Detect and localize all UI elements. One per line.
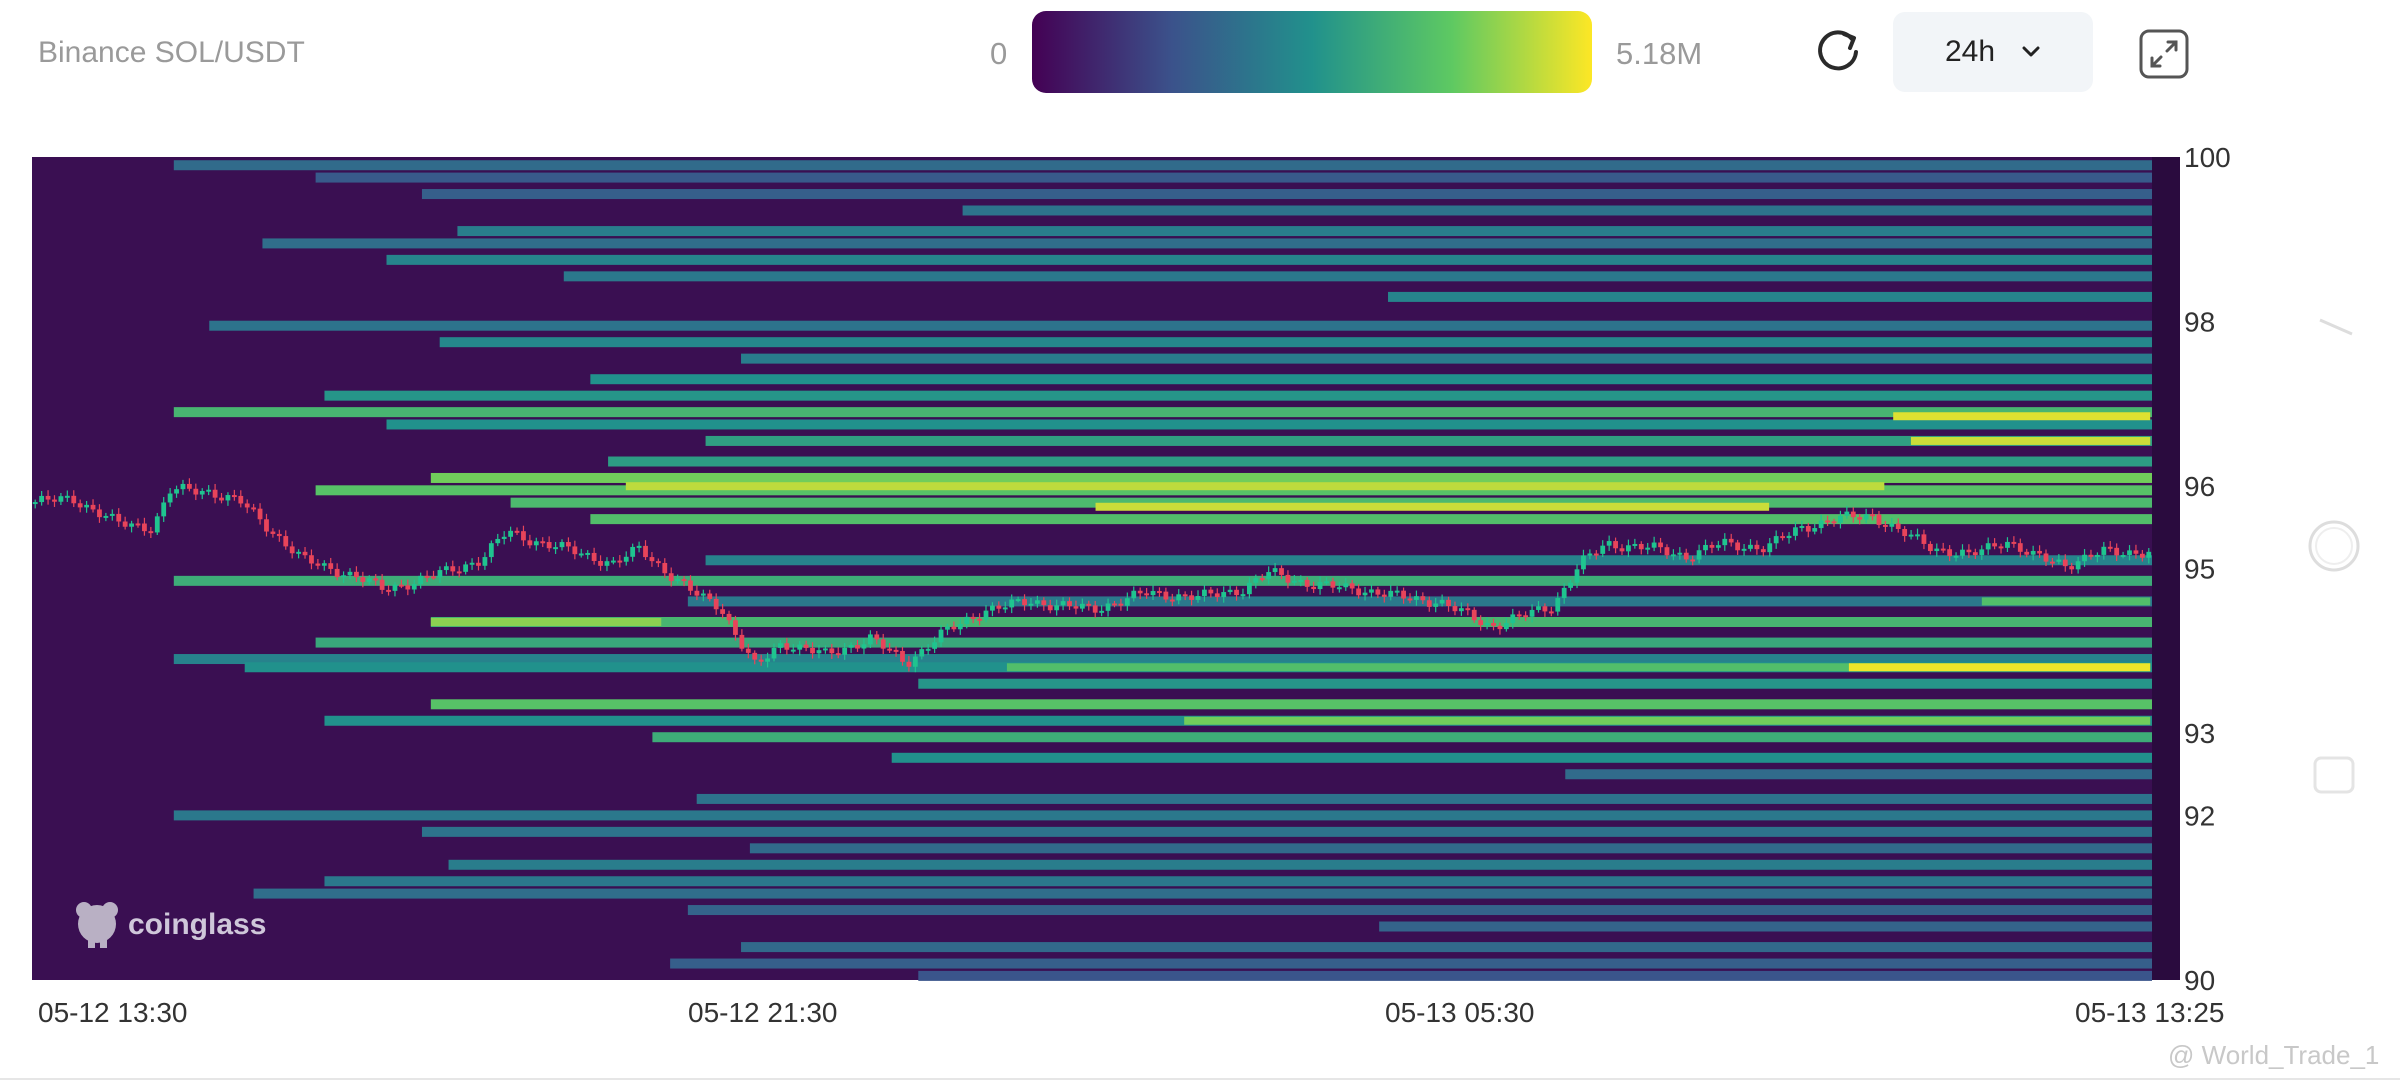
heatmap-band (457, 226, 2152, 237)
heatmap-band (421, 826, 2152, 837)
heatmap-band (749, 843, 2152, 854)
heatmap-band (1565, 769, 2152, 780)
heatmap-band (315, 637, 2152, 648)
heatmap-band (173, 810, 2152, 821)
heatmap-band (1388, 291, 2152, 302)
heatmap-band (652, 732, 2152, 743)
side-back-icon[interactable] (2316, 296, 2356, 336)
heatmap-band (590, 374, 2152, 385)
heatmap-band (253, 888, 2152, 899)
heatmap-band (687, 905, 2153, 916)
user-watermark: @ World_Trade_1 (2168, 1040, 2380, 1070)
x-tick-label: 05-13 13:25 (2075, 997, 2224, 1028)
y-axis-strip (2152, 157, 2180, 980)
x-axis-ticks: 05-12 13:30 05-12 21:30 05-13 05:30 05-13 1… (38, 997, 2224, 1028)
heatmap-band (430, 699, 2152, 710)
heatmap-band (421, 189, 2152, 200)
heatmap-highlight (1095, 502, 1770, 511)
y-tick-label: 96 (2184, 471, 2215, 502)
heatmap-band (173, 575, 2152, 586)
heatmap-band (608, 456, 2153, 467)
heatmap-highlight (625, 482, 1885, 491)
heatmap-band (430, 616, 2152, 627)
x-tick-label: 05-13 05:30 (1385, 997, 1534, 1028)
heatmap-band (962, 205, 2152, 216)
heatmap-highlight (1981, 597, 2151, 606)
heatmap-band (386, 419, 2153, 430)
x-tick-label: 05-12 13:30 (38, 997, 187, 1028)
heatmap-band (741, 942, 2153, 953)
heatmap-band (324, 390, 2153, 401)
heatmap-highlight (1910, 436, 2151, 445)
y-tick-label: 90 (2184, 965, 2215, 996)
heatmap-highlight (1848, 663, 2151, 672)
heatmap-band (173, 160, 2152, 171)
heatmap-band (430, 472, 2152, 483)
heatmap-highlight (430, 617, 662, 626)
side-home-icon[interactable] (2304, 516, 2364, 576)
heatmap-chart: 100989695939290 05-12 13:30 05-12 21:30 05… (32, 142, 2231, 1028)
y-tick-label: 95 (2184, 554, 2215, 585)
heatmap-band (705, 555, 2152, 566)
heatmap-band (590, 514, 2152, 525)
heatmap-band (209, 320, 2152, 331)
y-tick-label: 92 (2184, 800, 2215, 831)
heatmap-band (262, 238, 2152, 249)
heatmap-band (670, 958, 2152, 969)
heatmap-band (315, 172, 2152, 183)
heatmap-band (173, 407, 2152, 418)
heatmap-band (918, 970, 2152, 981)
y-tick-label: 98 (2184, 307, 2215, 338)
y-tick-label: 100 (2184, 142, 2231, 173)
side-recent-icon[interactable] (2312, 752, 2358, 798)
heatmap-band (448, 859, 2152, 870)
heatmap-highlight (1184, 716, 2151, 725)
heatmap-band (324, 876, 2153, 887)
heatmap-band (563, 271, 2152, 282)
heatmap-band (439, 337, 2152, 348)
y-axis-ticks: 100 98 96 95 93 92 90 (2184, 142, 2231, 996)
heatmap-highlight (1893, 412, 2151, 421)
heatmap-band (1379, 921, 2152, 932)
heatmap-band (696, 793, 2152, 804)
heatmap-band (687, 596, 2153, 607)
coinglass-watermark: coinglass (128, 908, 266, 941)
heatmap-band (918, 678, 2152, 689)
heatmap-band (386, 254, 2153, 265)
heatmap-band (741, 353, 2153, 364)
heatmap-band (891, 752, 2152, 763)
x-tick-label: 05-12 21:30 (688, 997, 837, 1028)
y-tick-label: 93 (2184, 718, 2215, 749)
